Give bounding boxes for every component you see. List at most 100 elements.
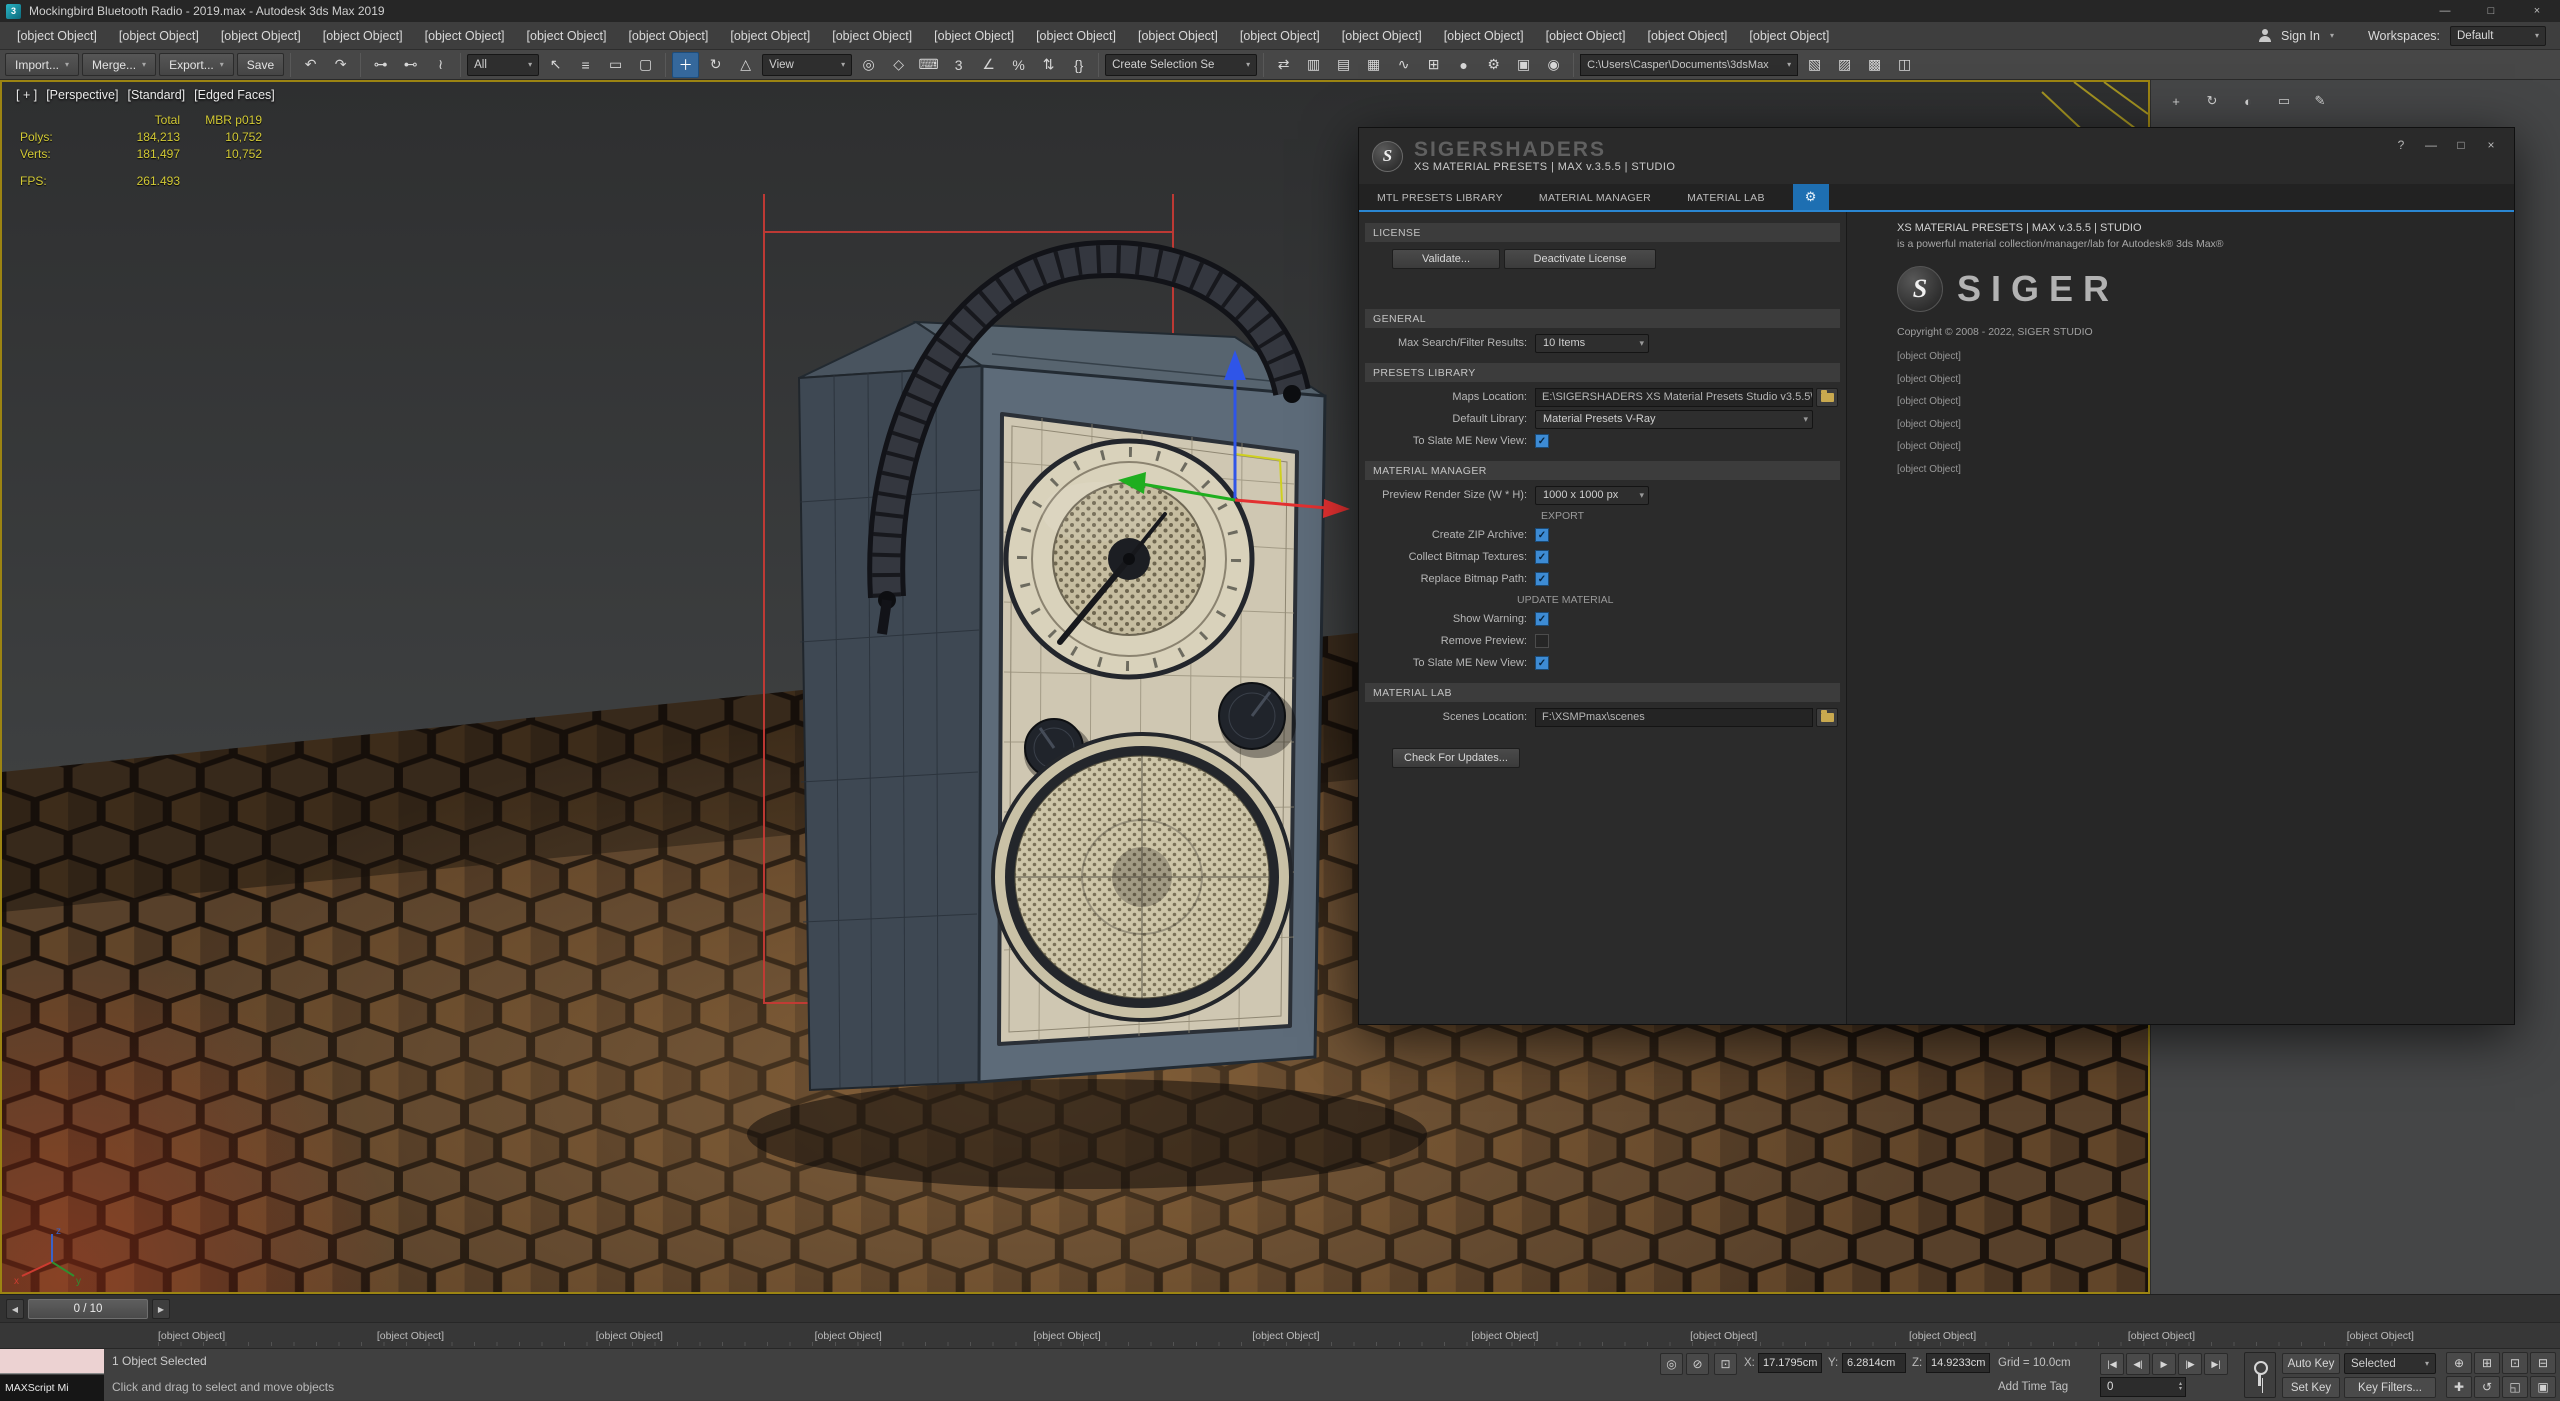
- select-by-name-icon[interactable]: ≡: [572, 52, 599, 78]
- window-crossing-icon[interactable]: ▢: [632, 52, 659, 78]
- motion-tab-icon[interactable]: ▭: [2273, 90, 2295, 112]
- import-button[interactable]: Import...▾: [5, 53, 79, 76]
- undo-icon[interactable]: ↶: [297, 52, 324, 78]
- menu-item[interactable]: [object Object]: [108, 22, 210, 50]
- set-key-button[interactable]: Set Key: [2282, 1377, 2340, 1398]
- check-for-updates-button[interactable]: Check For Updates...: [1392, 748, 1520, 768]
- slate-me-checkbox-2[interactable]: ✓: [1535, 656, 1549, 670]
- remove-preview-checkbox[interactable]: [1535, 634, 1549, 648]
- use-pivot-center-icon[interactable]: ◎: [855, 52, 882, 78]
- layer-manager-icon[interactable]: ▤: [1330, 52, 1357, 78]
- sign-in-caret-icon[interactable]: ▾: [2330, 31, 2334, 40]
- frame-tick[interactable]: [object Object]: [815, 1330, 882, 1342]
- frame-tick[interactable]: [object Object]: [596, 1330, 663, 1342]
- auto-key-button[interactable]: Auto Key: [2282, 1353, 2340, 1374]
- current-frame-spinner[interactable]: 0 ▴▾: [2100, 1377, 2186, 1397]
- isolate-selection-icon[interactable]: ◎: [1660, 1353, 1683, 1375]
- viewport-shading-menu[interactable]: [Edged Faces]: [194, 88, 275, 102]
- frame-tick[interactable]: [object Object]: [158, 1330, 225, 1342]
- maxscript-mini-listener[interactable]: [0, 1349, 104, 1374]
- menu-item[interactable]: [object Object]: [1127, 22, 1229, 50]
- dialog-tab[interactable]: MTL PRESETS LIBRARY: [1377, 192, 1503, 204]
- frame-tick[interactable]: [object Object]: [1034, 1330, 1101, 1342]
- maxscript-listener-label[interactable]: MAXScript Mi: [0, 1375, 104, 1401]
- asset-tracking-icon[interactable]: ▧: [1801, 52, 1828, 78]
- dialog-minimize-button[interactable]: —: [2416, 128, 2446, 162]
- select-and-rotate-icon[interactable]: ↻: [702, 52, 729, 78]
- menu-item[interactable]: [object Object]: [1331, 22, 1433, 50]
- add-time-tag[interactable]: Add Time Tag: [1998, 1381, 2068, 1393]
- previous-frame-arrow[interactable]: ◀: [6, 1299, 24, 1319]
- z-coordinate-field[interactable]: 14.9233cm: [1926, 1353, 1990, 1373]
- validate-button[interactable]: Validate...: [1392, 249, 1500, 269]
- menu-item[interactable]: [object Object]: [1025, 22, 1127, 50]
- schematic-view-icon[interactable]: ⊞: [1420, 52, 1447, 78]
- named-sets-icon[interactable]: {}: [1065, 52, 1092, 78]
- zip-archive-checkbox[interactable]: ✓: [1535, 528, 1549, 542]
- frame-tick[interactable]: [object Object]: [377, 1330, 444, 1342]
- frame-tick[interactable]: [object Object]: [1471, 1330, 1538, 1342]
- menu-item[interactable]: [object Object]: [414, 22, 516, 50]
- project-folder-field[interactable]: C:\Users\Casper\Documents\3dsMax▾: [1580, 54, 1798, 76]
- minimize-window-button[interactable]: —: [2422, 0, 2468, 22]
- maximize-viewport-icon[interactable]: ◱: [2502, 1376, 2528, 1398]
- save-button[interactable]: Save: [237, 53, 284, 76]
- menu-item[interactable]: [object Object]: [1637, 22, 1739, 50]
- keyboard-override-icon[interactable]: ⌨: [915, 52, 942, 78]
- scenes-location-field[interactable]: F:\XSMPmax\scenes: [1535, 708, 1813, 727]
- workspace-switch-icon[interactable]: ▨: [1831, 52, 1858, 78]
- close-window-button[interactable]: ×: [2514, 0, 2560, 22]
- dialog-maximize-button[interactable]: □: [2446, 128, 2476, 162]
- hierarchy-tab-icon[interactable]: ◐: [2237, 90, 2259, 112]
- y-coordinate-field[interactable]: 6.2814cm: [1842, 1353, 1906, 1373]
- isolate-toggle-icon[interactable]: ◫: [1891, 52, 1918, 78]
- merge-button[interactable]: Merge...▾: [82, 53, 156, 76]
- coordinate-mode-icon[interactable]: ⊡: [1714, 1353, 1737, 1375]
- menu-item[interactable]: [object Object]: [1738, 22, 1840, 50]
- select-and-link-icon[interactable]: ⊶: [367, 52, 394, 78]
- replace-bitmap-path-checkbox[interactable]: ✓: [1535, 572, 1549, 586]
- go-to-start-icon[interactable]: |◀: [2100, 1353, 2124, 1375]
- frame-tick[interactable]: [object Object]: [1252, 1330, 1319, 1342]
- key-mode-dropdown[interactable]: Selected▾: [2344, 1353, 2436, 1374]
- zoom-extents-icon[interactable]: ⊡: [2502, 1352, 2528, 1374]
- spinner-snap-icon[interactable]: ⇅: [1035, 52, 1062, 78]
- percent-snap-icon[interactable]: %: [1005, 52, 1032, 78]
- frame-tick[interactable]: [object Object]: [2347, 1330, 2414, 1342]
- sign-in-button[interactable]: Sign In: [2281, 29, 2320, 43]
- viewport-general-menu[interactable]: [ + ]: [16, 88, 37, 102]
- menu-item[interactable]: [object Object]: [210, 22, 312, 50]
- rectangular-selection-icon[interactable]: ▭: [602, 52, 629, 78]
- redo-icon[interactable]: ↷: [327, 52, 354, 78]
- select-and-move-icon[interactable]: ＋: [672, 52, 699, 78]
- x-coordinate-field[interactable]: 17.1795cm: [1758, 1353, 1822, 1373]
- dialog-help-button[interactable]: ?: [2386, 128, 2416, 162]
- set-keys-button[interactable]: [2244, 1352, 2276, 1398]
- align-icon[interactable]: ▥: [1300, 52, 1327, 78]
- render-setup-icon[interactable]: ⚙: [1480, 52, 1507, 78]
- select-and-manipulate-icon[interactable]: ◇: [885, 52, 912, 78]
- modify-tab-icon[interactable]: ↻: [2201, 90, 2223, 112]
- max-results-dropdown[interactable]: 10 Items▾: [1535, 334, 1649, 353]
- radio-model[interactable]: [799, 259, 1325, 1090]
- rendered-frame-icon[interactable]: ▣: [1510, 52, 1537, 78]
- workspaces-dropdown[interactable]: Default▾: [2450, 26, 2546, 46]
- maps-browse-button[interactable]: [1816, 388, 1838, 407]
- scenes-browse-button[interactable]: [1816, 708, 1838, 727]
- zoom-icon[interactable]: ⊕: [2446, 1352, 2472, 1374]
- export-button[interactable]: Export...▾: [159, 53, 234, 76]
- curve-editor-icon[interactable]: ∿: [1390, 52, 1417, 78]
- viewport-pov-menu[interactable]: [Perspective]: [46, 88, 118, 102]
- maximize-window-button[interactable]: □: [2468, 0, 2514, 22]
- selection-lock-icon[interactable]: ⊘: [1686, 1353, 1709, 1375]
- frame-tick[interactable]: [object Object]: [2128, 1330, 2195, 1342]
- play-icon[interactable]: ▶: [2152, 1353, 2176, 1375]
- frame-tick[interactable]: [object Object]: [1690, 1330, 1757, 1342]
- zoom-region-icon[interactable]: ⊟: [2530, 1352, 2556, 1374]
- go-to-end-icon[interactable]: ▶|: [2204, 1353, 2228, 1375]
- default-library-dropdown[interactable]: Material Presets V-Ray▾: [1535, 410, 1813, 429]
- collect-bitmaps-checkbox[interactable]: ✓: [1535, 550, 1549, 564]
- pan-icon[interactable]: ✚: [2446, 1376, 2472, 1398]
- render-production-icon[interactable]: ◉: [1540, 52, 1567, 78]
- menu-item[interactable]: [object Object]: [1433, 22, 1535, 50]
